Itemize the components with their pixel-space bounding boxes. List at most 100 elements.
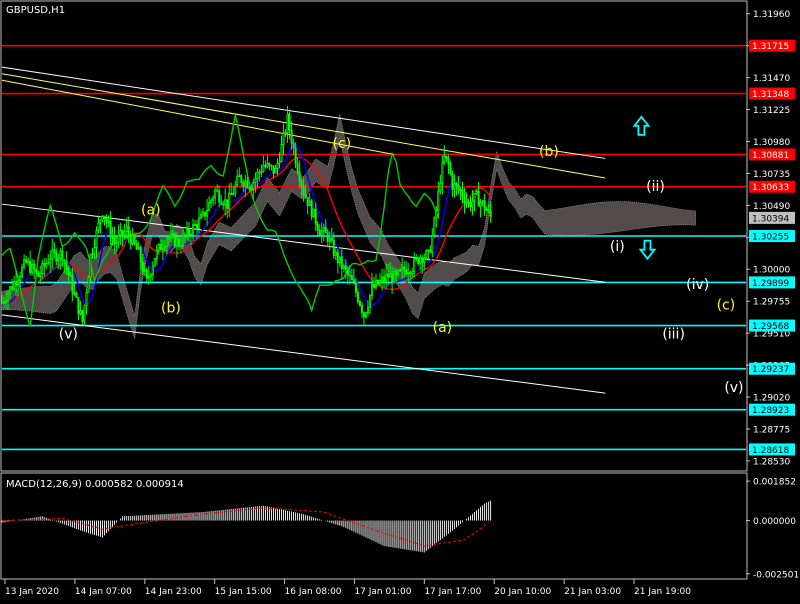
candle-body bbox=[157, 244, 160, 251]
candle bbox=[41, 259, 44, 279]
candle bbox=[141, 253, 144, 276]
candle bbox=[336, 248, 339, 274]
candle bbox=[23, 254, 26, 270]
candle-body bbox=[220, 201, 223, 205]
candle-body bbox=[348, 274, 351, 277]
candle-body bbox=[340, 256, 343, 269]
candle-body bbox=[23, 259, 26, 268]
candle bbox=[220, 194, 223, 206]
candle-body bbox=[270, 164, 273, 167]
candle bbox=[449, 160, 452, 176]
candle bbox=[53, 242, 56, 259]
candle bbox=[189, 229, 192, 245]
candle bbox=[306, 196, 309, 215]
candle-body bbox=[405, 269, 408, 275]
candle-body bbox=[143, 269, 146, 272]
candle-body bbox=[429, 249, 432, 253]
candle-body bbox=[248, 187, 251, 190]
candle bbox=[318, 224, 321, 236]
candle bbox=[479, 199, 482, 218]
candle-body bbox=[159, 244, 162, 251]
candle-body bbox=[479, 202, 482, 207]
candle-body bbox=[421, 257, 424, 263]
candle bbox=[270, 164, 273, 171]
candle-body bbox=[256, 172, 259, 179]
candle bbox=[13, 275, 16, 292]
candle-body bbox=[31, 263, 34, 273]
candle bbox=[133, 233, 136, 246]
candle-body bbox=[455, 182, 458, 186]
candle-body bbox=[121, 229, 124, 236]
candle bbox=[191, 218, 194, 242]
candle bbox=[195, 219, 198, 240]
candle bbox=[181, 226, 184, 249]
candle bbox=[350, 268, 353, 281]
candle bbox=[288, 109, 291, 140]
candle-body bbox=[165, 238, 168, 247]
candle-body bbox=[200, 214, 203, 219]
candle-body bbox=[334, 251, 337, 256]
candle bbox=[413, 252, 416, 278]
candle-body bbox=[427, 249, 430, 252]
candle-body bbox=[145, 269, 148, 279]
candle-body bbox=[25, 259, 28, 263]
candle bbox=[366, 300, 369, 317]
candle-body bbox=[151, 265, 154, 276]
candle bbox=[262, 155, 265, 173]
candle bbox=[425, 248, 428, 260]
candle-body bbox=[447, 157, 450, 165]
candle bbox=[362, 311, 365, 326]
candle-body bbox=[352, 279, 355, 284]
candle-body bbox=[33, 263, 36, 271]
candle bbox=[455, 181, 458, 196]
chart-window: (v) (a) (b) (c) (a) (b) (ii) (i) (iv) (c) (iii) (v)… bbox=[0, 0, 800, 600]
candle-body bbox=[135, 243, 138, 250]
candle bbox=[346, 266, 349, 285]
candle bbox=[322, 223, 325, 242]
candle-body bbox=[47, 262, 50, 265]
candle bbox=[254, 172, 257, 193]
candle-body bbox=[362, 312, 365, 318]
candle bbox=[99, 219, 102, 234]
candle bbox=[360, 301, 363, 319]
candle-body bbox=[193, 223, 196, 226]
candle bbox=[330, 227, 333, 244]
x-tick-label: 16 Jan 08:00 bbox=[285, 587, 342, 597]
candle-body bbox=[79, 310, 82, 315]
candle-body bbox=[360, 304, 363, 314]
x-tick-label: 17 Jan 01:00 bbox=[354, 587, 411, 597]
candle bbox=[348, 265, 351, 285]
candle bbox=[423, 253, 426, 271]
candle-body bbox=[417, 257, 420, 265]
candle-body bbox=[139, 247, 142, 263]
candle-body bbox=[53, 249, 56, 253]
candle bbox=[25, 255, 28, 264]
wave-label: (iv) bbox=[686, 277, 709, 293]
candle-body bbox=[485, 208, 488, 211]
candle bbox=[19, 271, 22, 288]
candle-body bbox=[226, 199, 229, 209]
macd-title: MACD(12,26,9) 0.000582 0.000914 bbox=[6, 479, 184, 490]
candle-body bbox=[87, 276, 90, 293]
candle-body bbox=[415, 257, 418, 260]
candle bbox=[47, 254, 50, 265]
candle-body bbox=[109, 221, 112, 238]
candle bbox=[298, 160, 301, 189]
candle bbox=[39, 265, 42, 284]
wave-label: (c) bbox=[333, 136, 352, 152]
y-tick-label: 1.30490 bbox=[753, 202, 790, 212]
trendlines bbox=[1, 66, 606, 394]
candle-body bbox=[332, 239, 335, 256]
candle bbox=[435, 205, 438, 228]
candle-body bbox=[105, 218, 108, 223]
macd-panel: 0.001852 0.000000 -0.002501 bbox=[1, 478, 799, 580]
candle bbox=[7, 289, 10, 310]
candle bbox=[61, 246, 64, 267]
candle bbox=[151, 261, 154, 281]
chart-canvas[interactable]: (v) (a) (b) (c) (a) (b) (ii) (i) (iv) (c) (iii) (v)… bbox=[0, 0, 800, 600]
candle bbox=[433, 216, 436, 238]
candle bbox=[340, 247, 343, 280]
candle bbox=[131, 227, 134, 246]
candle-body bbox=[407, 272, 410, 275]
candle bbox=[230, 182, 233, 195]
